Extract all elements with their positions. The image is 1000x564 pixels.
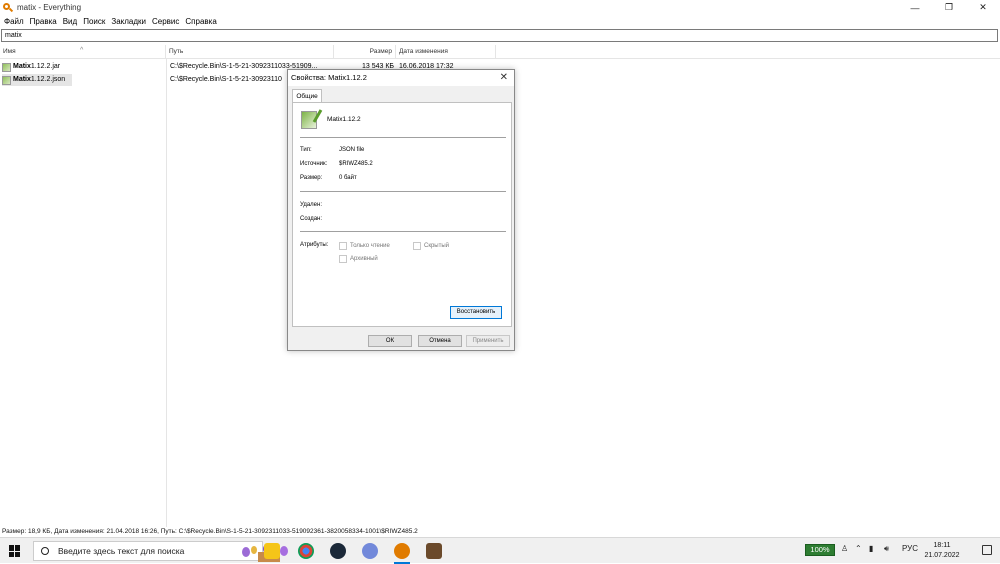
window-title: matix - Everything xyxy=(17,3,82,12)
menu-bookmarks[interactable]: Закладки xyxy=(111,17,146,26)
tab-general[interactable]: Общие xyxy=(292,89,322,102)
attributes-label: Атрибуты: xyxy=(300,242,329,248)
menu-view[interactable]: Вид xyxy=(63,17,77,26)
dialog-title-bar: Свойства: Matix1.12.2 ✕ xyxy=(288,70,514,86)
person-icon[interactable]: ♙ xyxy=(841,544,848,553)
chrome-icon[interactable] xyxy=(298,543,314,559)
column-name-label: Имя xyxy=(3,48,16,55)
minimize-button[interactable]: — xyxy=(898,0,932,15)
menu-bar: Файл Правка Вид Поиск Закладки Сервис Сп… xyxy=(0,15,1000,28)
general-tab-panel: Matix1.12.2 Тип: JSON file Источник: $RI… xyxy=(292,102,512,327)
size-label: Размер: xyxy=(300,175,323,181)
network-icon[interactable]: ▮ xyxy=(869,544,873,553)
json-file-icon xyxy=(2,75,11,85)
created-label: Создан: xyxy=(300,216,323,222)
close-button[interactable]: ✕ xyxy=(966,0,1000,15)
menu-file[interactable]: Файл xyxy=(4,17,24,26)
file-explorer-icon[interactable] xyxy=(264,543,280,559)
taskbar-search-placeholder: Введите здесь текст для поиска xyxy=(58,546,185,556)
separator xyxy=(300,231,506,232)
properties-dialog: Свойства: Matix1.12.2 ✕ Общие Matix1.12.… xyxy=(287,69,515,351)
row-name-match: Matix xyxy=(13,76,31,83)
column-modified[interactable]: Дата изменения xyxy=(396,45,496,59)
search-icon xyxy=(41,547,49,555)
menu-search[interactable]: Поиск xyxy=(83,17,105,26)
row-name-rest: 1.12.2.jar xyxy=(30,63,61,70)
title-bar: matix - Everything — ❐ ✕ xyxy=(0,0,1000,15)
row-name: Matix 1.12.2.json xyxy=(2,74,72,86)
taskbar-search-box[interactable]: Введите здесь текст для поиска xyxy=(33,541,288,562)
type-value: JSON file xyxy=(339,147,365,153)
menu-help[interactable]: Справка xyxy=(185,17,216,26)
everything-icon[interactable] xyxy=(394,543,410,559)
readonly-checkbox[interactable] xyxy=(339,242,347,250)
size-value: 0 байт xyxy=(339,175,357,181)
deleted-label: Удален: xyxy=(300,202,322,208)
search-input[interactable]: matix xyxy=(1,29,998,42)
source-label: Источник: xyxy=(300,161,328,167)
discord-icon[interactable] xyxy=(362,543,378,559)
sort-up-icon: ^ xyxy=(80,47,84,54)
dialog-title: Свойства: Matix1.12.2 xyxy=(291,73,367,82)
column-size-label: Размер xyxy=(369,48,392,55)
column-name[interactable]: Имя ^ xyxy=(0,45,166,59)
restore-button[interactable]: Восстановить xyxy=(450,306,502,319)
cancel-button[interactable]: Отмена xyxy=(418,335,462,347)
menu-edit[interactable]: Правка xyxy=(30,17,57,26)
battery-indicator[interactable]: 100% xyxy=(805,544,835,556)
archive-checkbox[interactable] xyxy=(339,255,347,263)
taskbar: Введите здесь текст для поиска 100% ♙ ⌃ … xyxy=(0,537,1000,564)
start-icon[interactable] xyxy=(9,545,21,557)
dialog-close-button[interactable]: ✕ xyxy=(500,70,508,86)
jar-file-icon xyxy=(2,62,11,72)
column-path-label: Путь xyxy=(169,48,184,55)
maximize-button[interactable]: ❐ xyxy=(932,0,966,15)
source-value: $RIWZ485.2 xyxy=(339,161,373,167)
window-controls: — ❐ ✕ xyxy=(898,0,1000,15)
column-header: Имя ^ Путь Размер Дата изменения xyxy=(0,45,1000,59)
archive-label: Архивный xyxy=(350,256,378,262)
type-label: Тип: xyxy=(300,147,312,153)
language-indicator[interactable]: РУС xyxy=(902,544,918,553)
apply-button[interactable]: Применить xyxy=(466,335,510,347)
row-name: Matix 1.12.2.jar xyxy=(2,61,72,73)
menu-tools[interactable]: Сервис xyxy=(152,17,179,26)
hidden-checkbox[interactable] xyxy=(413,242,421,250)
column-divider xyxy=(166,59,167,527)
json-file-icon xyxy=(301,109,323,129)
clock[interactable]: 18:11 21.07.2022 xyxy=(920,541,964,561)
row-name-match: Matix xyxy=(13,63,31,70)
dialog-filename: Matix1.12.2 xyxy=(327,116,361,123)
row-name-rest: 1.12.2.json xyxy=(30,76,66,83)
readonly-label: Только чтение xyxy=(350,243,390,249)
notification-icon[interactable] xyxy=(982,545,992,555)
minecraft-icon[interactable] xyxy=(426,543,442,559)
clock-time: 18:11 xyxy=(933,542,951,549)
status-bar: Размер: 18,9 КБ, Дата изменения: 21.04.2… xyxy=(2,528,418,535)
chevron-up-icon[interactable]: ⌃ xyxy=(855,544,862,553)
separator xyxy=(300,191,506,192)
column-path[interactable]: Путь xyxy=(166,45,334,59)
separator xyxy=(300,137,506,138)
hidden-label: Скрытый xyxy=(424,243,450,249)
everything-app-icon xyxy=(3,2,14,13)
ok-button[interactable]: ОК xyxy=(368,335,412,347)
column-modified-label: Дата изменения xyxy=(399,48,448,55)
column-size[interactable]: Размер xyxy=(334,45,396,59)
clock-date: 21.07.2022 xyxy=(924,552,960,559)
steam-icon[interactable] xyxy=(330,543,346,559)
volume-icon[interactable]: 🔊︎ xyxy=(884,544,889,554)
